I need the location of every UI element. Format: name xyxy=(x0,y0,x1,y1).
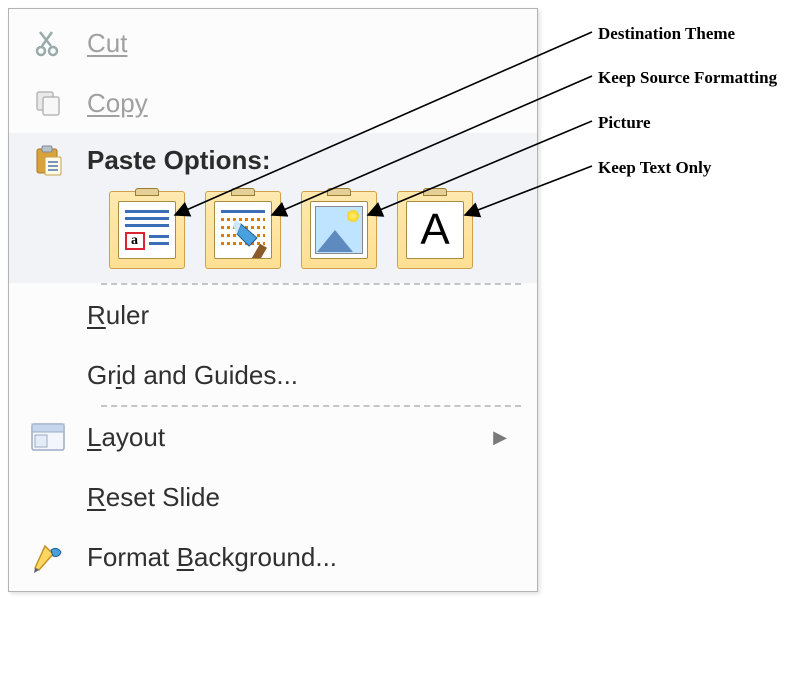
menu-label: Layout ▶ xyxy=(87,422,525,453)
menu-item-ruler[interactable]: Ruler xyxy=(9,285,537,345)
paste-destination-theme-button[interactable]: a xyxy=(109,191,185,269)
cut-icon xyxy=(9,28,87,58)
menu-label: Copy xyxy=(87,88,525,119)
format-background-icon xyxy=(9,540,87,574)
menu-item-layout[interactable]: Layout ▶ xyxy=(9,407,537,467)
annotation-picture: Picture xyxy=(598,113,651,133)
menu-label: Format Background... xyxy=(87,542,525,573)
layout-icon xyxy=(9,423,87,451)
paste-source-formatting-button[interactable] xyxy=(205,191,281,269)
paste-text-only-button[interactable]: A xyxy=(397,191,473,269)
source-formatting-icon xyxy=(214,201,272,259)
menu-label: Ruler xyxy=(87,300,525,331)
submenu-arrow-icon: ▶ xyxy=(493,427,507,448)
menu-item-grid-guides[interactable]: Grid and Guides... xyxy=(9,345,537,405)
paste-icon xyxy=(9,143,87,177)
menu-item-copy[interactable]: Copy xyxy=(9,73,537,133)
menu-item-cut[interactable]: Cut xyxy=(9,13,537,73)
annotation-source-formatting: Keep Source Formatting xyxy=(598,68,777,88)
picture-icon xyxy=(310,201,368,259)
text-only-icon: A xyxy=(406,201,464,259)
menu-label: Cut xyxy=(87,28,525,59)
menu-item-format-background[interactable]: Format Background... xyxy=(9,527,537,587)
destination-theme-icon: a xyxy=(118,201,176,259)
copy-icon xyxy=(9,87,87,119)
annotation-destination-theme: Destination Theme xyxy=(598,24,735,44)
paste-options-section: Paste Options: a xyxy=(9,133,537,283)
context-menu: Cut Copy Paste xyxy=(8,8,538,592)
paste-options-title: Paste Options: xyxy=(87,145,270,176)
menu-item-reset-slide[interactable]: Reset Slide xyxy=(9,467,537,527)
paste-picture-button[interactable] xyxy=(301,191,377,269)
menu-label: Reset Slide xyxy=(87,482,525,513)
annotation-text-only: Keep Text Only xyxy=(598,158,711,178)
menu-label: Grid and Guides... xyxy=(87,360,525,391)
